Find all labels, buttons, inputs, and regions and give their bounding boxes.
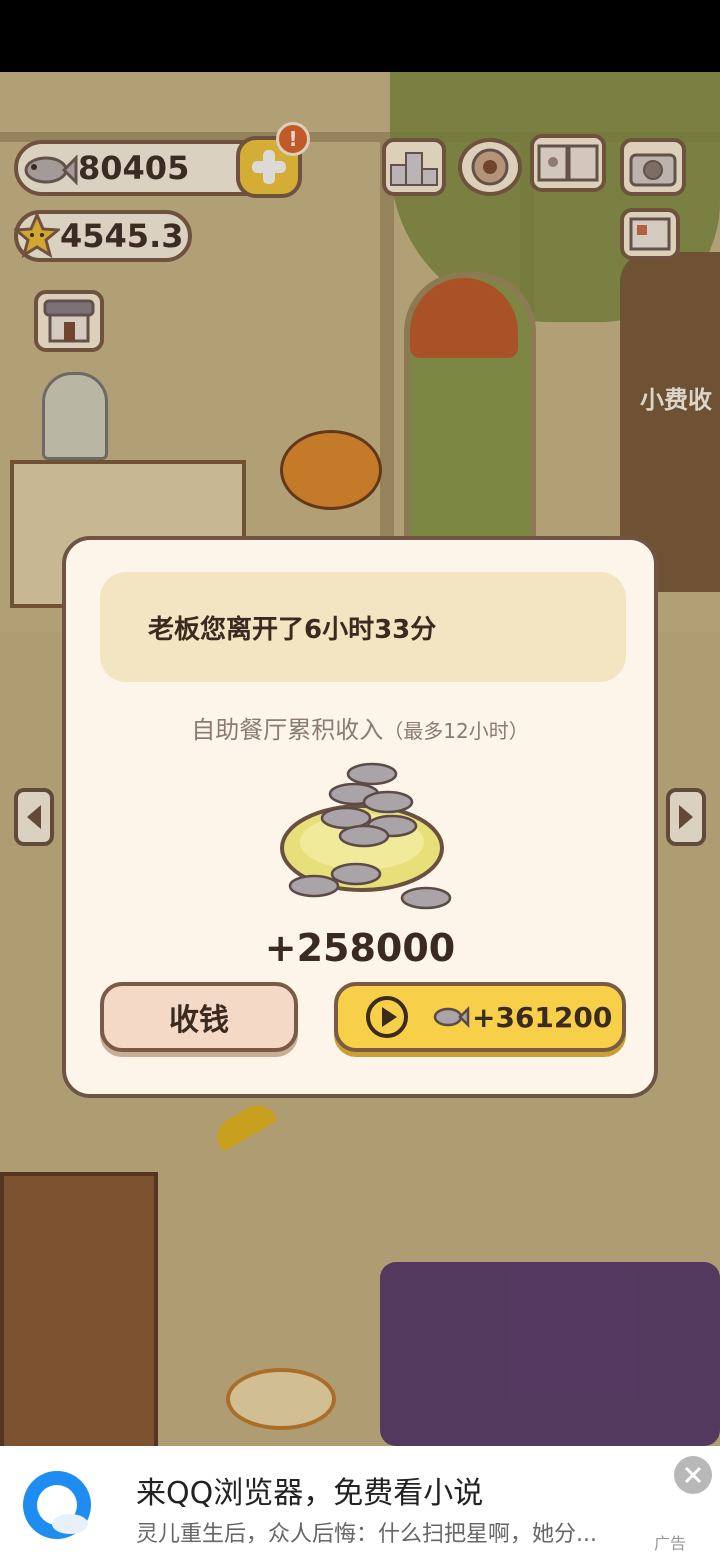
close-icon: [684, 1466, 702, 1484]
qq-browser-logo: [18, 1466, 96, 1544]
collect-label: 收钱: [169, 1003, 229, 1038]
offline-earnings-dialog: 老板您离开了6小时33分 自助餐厅累积收入（最多12小时） +258000 收钱: [62, 536, 658, 1098]
ad-tag: 广告: [654, 1534, 687, 1553]
collect-button[interactable]: 收钱: [100, 982, 298, 1052]
fish-plate-icon: [262, 750, 472, 930]
earnings-amount: +258000: [264, 926, 456, 970]
subtitle-main: 自助餐厅累积收入: [191, 716, 384, 744]
ad-description[interactable]: 灵儿重生后，众人后悔：什么扫把星啊，她分...: [136, 1516, 597, 1548]
watch-video-reward-button[interactable]: +361200: [334, 982, 626, 1052]
away-message-box: 老板您离开了6小时33分: [100, 572, 626, 682]
earnings-subtitle: 自助餐厅累积收入（最多12小时）: [66, 710, 654, 745]
fish-icon: [433, 1005, 470, 1029]
ad-title[interactable]: 来QQ浏览器，免费看小说: [136, 1468, 483, 1512]
play-icon: [366, 996, 408, 1038]
subtitle-note: （最多12小时）: [383, 719, 529, 743]
video-reward-amount: +361200: [472, 1000, 613, 1034]
away-message: 老板您离开了6小时33分: [148, 614, 437, 645]
status-bar: [0, 0, 720, 72]
ad-close-button[interactable]: [674, 1456, 712, 1494]
ad-banner[interactable]: 来QQ浏览器，免费看小说 灵儿重生后，众人后悔：什么扫把星啊，她分... 广告: [0, 1446, 720, 1560]
